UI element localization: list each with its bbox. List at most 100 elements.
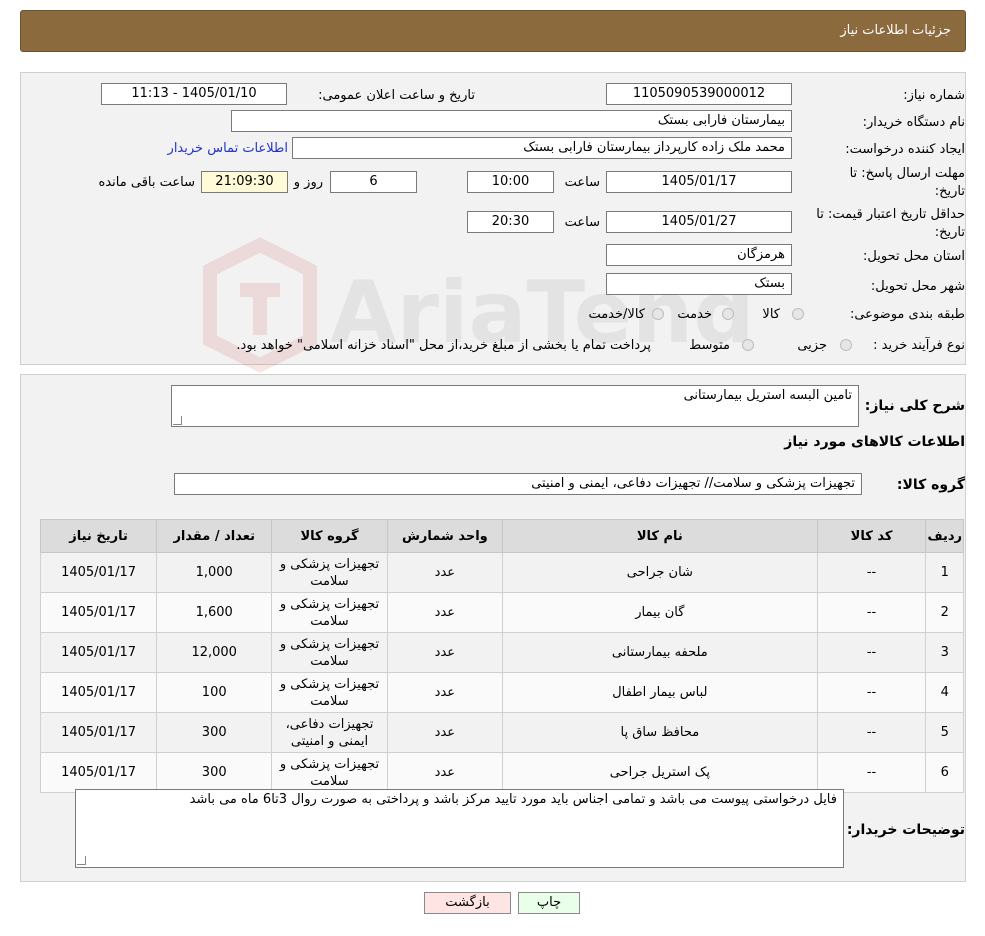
- goods-group-label: گروه کالا:: [896, 477, 965, 493]
- quantity-cell: 300: [156, 752, 273, 793]
- row-number-cell: 3: [925, 632, 964, 673]
- city-label: شهر محل تحویل:: [870, 279, 965, 294]
- unit-cell: عدد: [386, 632, 504, 673]
- goods-info-title: اطلاعات کالاهای مورد نیاز: [784, 434, 965, 450]
- col-qty: تعداد / مقدار: [156, 519, 273, 553]
- table-row: 2 -- گان بیمار عدد تجهیزات پزشکی و سلامت 1,60…: [39, 592, 964, 633]
- category-radio-service[interactable]: [722, 308, 734, 320]
- description-label: شرح کلی نیاز:: [864, 398, 965, 414]
- item-name-cell: گان بیمار: [502, 592, 818, 633]
- validity-time-label: ساعت: [564, 215, 600, 230]
- unit-cell: عدد: [386, 592, 504, 633]
- print-button[interactable]: چاپ: [518, 892, 580, 914]
- table-row: 1 -- شان جراحی عدد تجهیزات پزشکی و سلامت 1,00…: [39, 552, 964, 593]
- need-date-cell: 1405/01/17: [39, 672, 158, 713]
- creator-field: محمد ملک زاده کارپرداز بیمارستان فارابی …: [292, 137, 792, 159]
- creator-label: ایجاد کننده درخواست:: [845, 142, 965, 157]
- deadline-label: مهلت ارسال پاسخ: تا: [849, 166, 965, 181]
- days-field: 6: [330, 171, 417, 193]
- category-radio-goods[interactable]: [792, 308, 804, 320]
- province-label: استان محل تحویل:: [863, 249, 965, 264]
- description-field[interactable]: تامین البسه استریل بیمارستانی: [171, 385, 859, 427]
- validity-label-date: تاریخ:: [934, 225, 965, 240]
- deadline-time-field: 10:00: [467, 171, 554, 193]
- need-date-cell: 1405/01/17: [39, 632, 158, 673]
- quantity-cell: 100: [156, 672, 273, 713]
- buyer-notes-field[interactable]: فایل درخواستی پیوست می باشد و تمامی اجنا…: [75, 789, 844, 868]
- row-number-cell: 6: [925, 752, 964, 793]
- table-row: 6 -- پک استریل جراحی عدد تجهیزات پزشکی و سلا…: [39, 752, 964, 793]
- days-label: روز و: [293, 175, 323, 190]
- item-code-cell: --: [816, 592, 927, 633]
- item-group-cell: تجهیزات پزشکی و سلامت: [271, 752, 388, 793]
- item-code-cell: --: [816, 672, 927, 713]
- col-name: نام کالا: [502, 519, 818, 553]
- deadline-label-date: تاریخ:: [934, 184, 965, 199]
- validity-label: حداقل تاریخ اعتبار قیمت: تا: [816, 207, 965, 222]
- buyer-notes-label: توضیحات خریدار:: [846, 822, 965, 838]
- page-header: جزئیات اطلاعات نیاز: [20, 10, 966, 52]
- need-date-cell: 1405/01/17: [39, 752, 158, 793]
- validity-date-field: 1405/01/27: [606, 211, 792, 233]
- table-row: 4 -- لباس بیمار اطفال عدد تجهیزات پزشکی و سل…: [39, 672, 964, 713]
- row-number-cell: 4: [925, 672, 964, 713]
- table-row: 3 -- ملحفه بیمارستانی عدد تجهیزات پزشکی و سل…: [39, 632, 964, 673]
- process-option-minor: جزیی: [797, 338, 827, 353]
- buyer-org-label: نام دستگاه خریدار:: [862, 115, 965, 130]
- process-radio-medium[interactable]: [742, 339, 754, 351]
- item-group-cell: تجهیزات پزشکی و سلامت: [271, 552, 388, 593]
- buyer-contact-link[interactable]: اطلاعات تماس خریدار: [168, 140, 288, 157]
- resize-handle-icon[interactable]: [77, 856, 86, 865]
- deadline-date-field: 1405/01/17: [606, 171, 792, 193]
- col-row: ردیف: [925, 519, 964, 553]
- category-option-goods: کالا: [762, 307, 780, 322]
- unit-cell: عدد: [386, 752, 504, 793]
- category-option-service: خدمت: [677, 307, 712, 322]
- announce-label: تاریخ و ساعت اعلان عمومی:: [318, 88, 475, 103]
- unit-cell: عدد: [386, 712, 504, 753]
- item-group-cell: تجهیزات پزشکی و سلامت: [271, 672, 388, 713]
- quantity-cell: 300: [156, 712, 273, 753]
- item-code-cell: --: [816, 752, 927, 793]
- remaining-time-field: 21:09:30: [201, 171, 288, 193]
- item-group-cell: تجهیزات دفاعی، ایمنی و امنیتی: [271, 712, 388, 753]
- col-date: تاریخ نیاز: [39, 519, 158, 553]
- category-radio-goods-service[interactable]: [652, 308, 664, 320]
- table-row: 5 -- محافظ ساق پا عدد تجهیزات دفاعی، ایمنی و…: [39, 712, 964, 753]
- resize-handle-icon[interactable]: [173, 416, 182, 425]
- deadline-time-label: ساعت: [564, 175, 600, 190]
- process-label: نوع فرآیند خرید :: [873, 338, 965, 353]
- need-number-label: شماره نیاز:: [903, 88, 965, 103]
- item-name-cell: لباس بیمار اطفال: [502, 672, 818, 713]
- buyer-org-field: بیمارستان فارابی بستک: [231, 110, 792, 132]
- item-code-cell: --: [816, 712, 927, 753]
- item-code-cell: --: [816, 632, 927, 673]
- quantity-cell: 12,000: [156, 632, 273, 673]
- col-unit: واحد شمارش: [386, 519, 504, 553]
- row-number-cell: 1: [925, 552, 964, 593]
- process-option-medium: متوسط: [689, 338, 730, 353]
- item-name-cell: ملحفه بیمارستانی: [502, 632, 818, 673]
- back-button[interactable]: بازگشت: [424, 892, 511, 914]
- quantity-cell: 1,600: [156, 592, 273, 633]
- goods-group-field: تجهیزات پزشکی و سلامت// تجهیزات دفاعی، ا…: [174, 473, 862, 495]
- city-field: بستک: [606, 273, 792, 295]
- category-label: طبقه بندی موضوعی:: [849, 307, 965, 322]
- page-title: جزئیات اطلاعات نیاز: [840, 23, 951, 38]
- remaining-label: ساعت باقی مانده: [98, 175, 195, 190]
- row-number-cell: 2: [925, 592, 964, 633]
- item-group-cell: تجهیزات پزشکی و سلامت: [271, 632, 388, 673]
- item-name-cell: شان جراحی: [502, 552, 818, 593]
- process-radio-minor[interactable]: [840, 339, 852, 351]
- item-name-cell: پک استریل جراحی: [502, 752, 818, 793]
- item-code-cell: --: [816, 552, 927, 593]
- row-number-cell: 5: [925, 712, 964, 753]
- announce-field: 1405/01/10 - 11:13: [101, 83, 287, 105]
- need-date-cell: 1405/01/17: [39, 712, 158, 753]
- unit-cell: عدد: [386, 672, 504, 713]
- item-group-cell: تجهیزات پزشکی و سلامت: [271, 592, 388, 633]
- item-name-cell: محافظ ساق پا: [502, 712, 818, 753]
- need-number-field: 1105090539000012: [606, 83, 792, 105]
- col-code: کد کالا: [816, 519, 927, 553]
- items-table: ردیف کد کالا نام کالا واحد شمارش گروه کا…: [39, 519, 964, 793]
